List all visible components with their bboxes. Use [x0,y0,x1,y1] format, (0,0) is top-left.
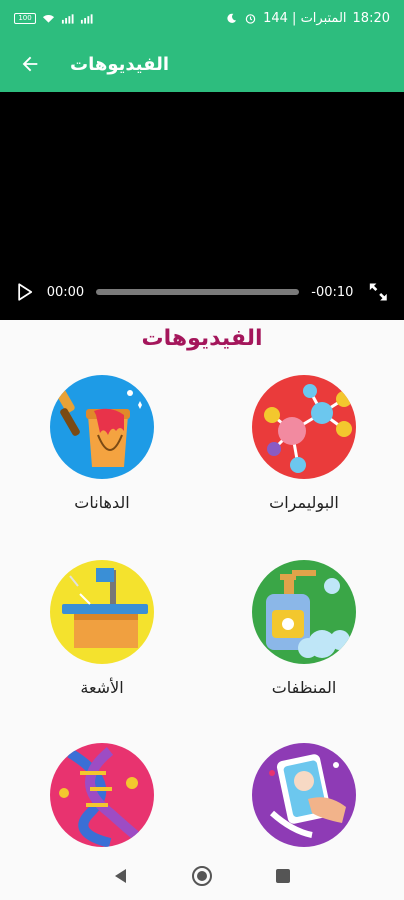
wifi-icon [42,14,55,23]
category-polymers[interactable]: البوليمرات [234,375,374,512]
paint-bucket-icon [50,375,154,479]
nav-recents-button[interactable] [269,862,297,890]
category-label: المنظفات [271,678,337,697]
carrier-text: 144 | المتبرات [263,10,347,26]
signal-icon-2 [80,13,93,24]
category-paints[interactable]: الدهانات [32,375,172,512]
xray-table-icon [50,560,154,664]
category-cosmetics[interactable] [234,743,374,861]
battery-icon: 100 [14,12,36,24]
section-title: الفيديوهات [141,326,263,351]
fullscreen-icon[interactable] [367,280,390,304]
category-label: الدهانات [74,493,130,512]
category-detergents[interactable]: المنظفات [234,560,374,697]
nav-home-icon [191,866,212,886]
nav-home-button[interactable] [188,862,216,890]
video-player[interactable]: 00:00 -00:10 [0,92,404,320]
nav-recents-icon [276,869,291,883]
nav-back-button[interactable] [107,862,135,890]
arrow-left-icon [22,56,38,72]
page-title: الفيديوهات [70,53,169,75]
system-nav-bar [0,852,404,900]
nav-back-icon [114,869,126,883]
category-xray[interactable]: الأشعة [32,560,172,697]
dna-icon [50,743,154,847]
back-button[interactable] [16,50,44,78]
signal-icon [61,13,74,24]
status-time: 18:20 [352,10,390,26]
status-left: 100 [14,12,93,24]
moon-icon [227,13,237,23]
play-icon[interactable] [14,281,35,303]
category-dna[interactable] [32,743,172,861]
alarm-icon [245,13,256,24]
status-bar: 100 144 | المتبرات 18:20 [0,0,404,36]
current-time: 00:00 [46,284,85,300]
remaining-time: -00:10 [311,284,354,300]
soap-bottle-icon [252,560,356,664]
category-label: الأشعة [80,678,124,697]
seek-bar[interactable] [96,289,300,295]
category-label: البوليمرات [269,493,339,512]
hand-card-icon [252,743,356,847]
app-bar: الفيديوهات [0,36,404,92]
molecule-icon [252,375,356,479]
player-controls: 00:00 -00:10 [0,278,404,306]
status-right: 144 | المتبرات 18:20 [225,11,390,26]
